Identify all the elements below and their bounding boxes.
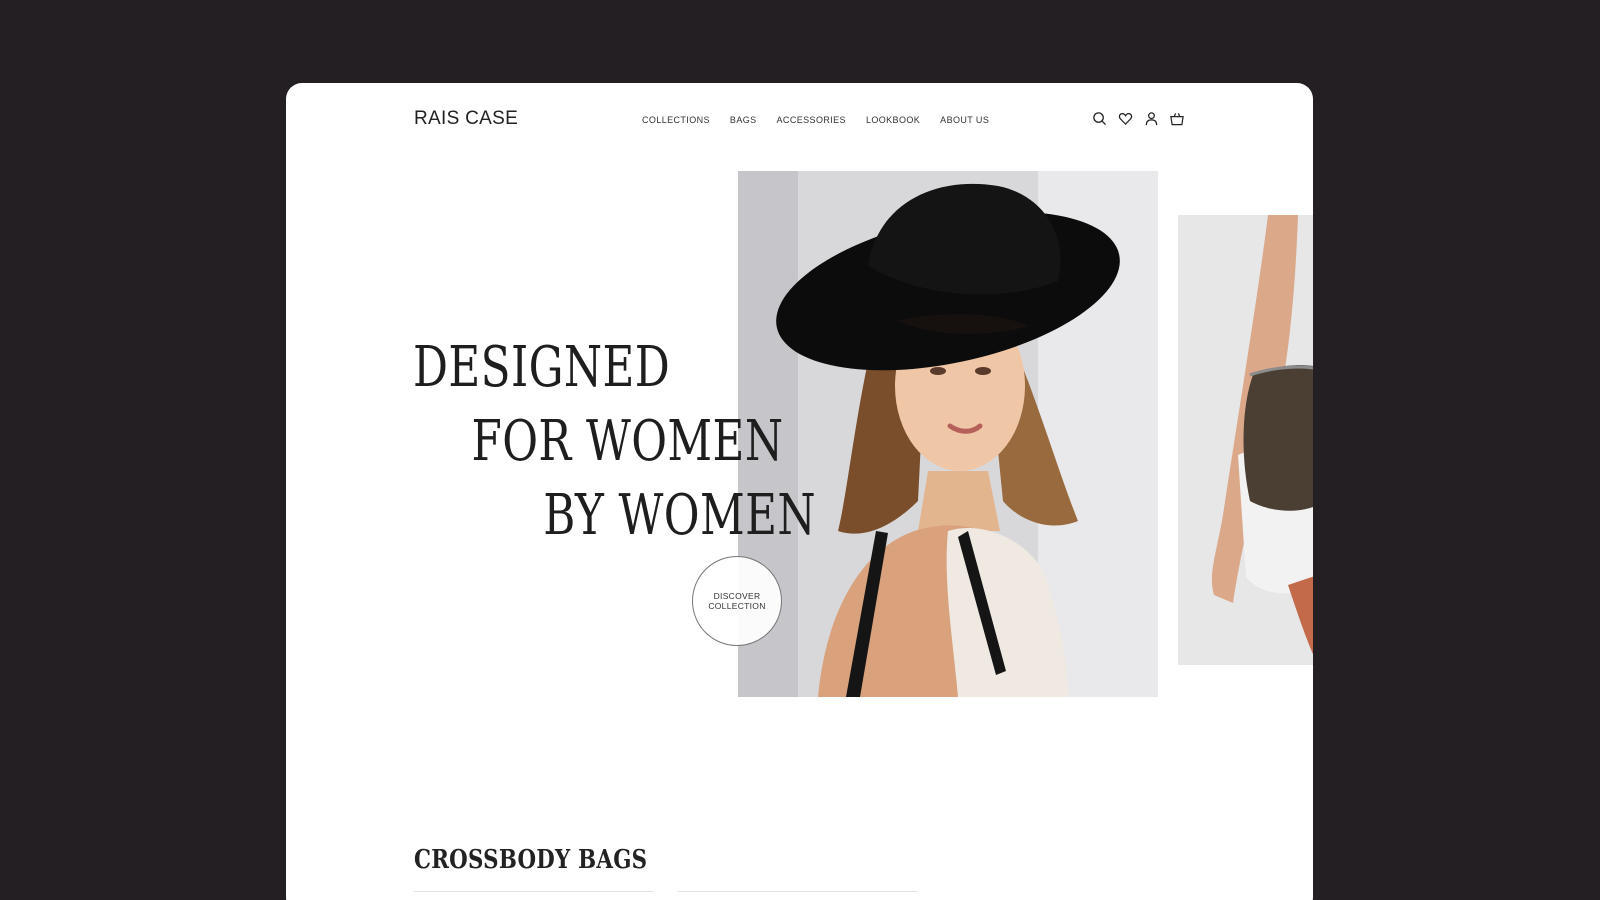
main-nav: COLLECTIONS BAGS ACCESSORIES LOOKBOOK AB… (642, 115, 989, 125)
heart-icon[interactable] (1117, 110, 1133, 126)
cta-line-2: COLLECTION (708, 601, 766, 611)
user-icon[interactable] (1143, 110, 1159, 126)
nav-item-about-us[interactable]: ABOUT US (940, 115, 989, 125)
hero-headline: DESIGNED FOR WOMEN BY WOMEN (413, 331, 816, 553)
app-stage: RAIS CASE COLLECTIONS BAGS ACCESSORIES L… (0, 0, 1600, 900)
website-page: RAIS CASE COLLECTIONS BAGS ACCESSORIES L… (286, 83, 1313, 900)
nav-item-lookbook[interactable]: LOOKBOOK (866, 115, 920, 125)
headline-line-1: DESIGNED (413, 334, 671, 400)
discover-collection-button[interactable]: DISCOVER COLLECTION (692, 556, 782, 646)
product-card-divider (678, 891, 918, 892)
nav-item-bags[interactable]: BAGS (730, 115, 757, 125)
crossbody-bags-title: CROSSBODY BAGS (414, 844, 648, 875)
brand-logo[interactable]: RAIS CASE (414, 108, 518, 130)
cart-icon[interactable] (1169, 110, 1185, 126)
search-icon[interactable] (1091, 110, 1107, 126)
side-image-bag-detail (1178, 215, 1313, 665)
headline-line-3: BY WOMEN (543, 482, 816, 548)
nav-item-collections[interactable]: COLLECTIONS (642, 115, 710, 125)
headline-line-2: FOR WOMEN (471, 408, 784, 474)
product-card-divider (414, 891, 654, 892)
cta-line-1: DISCOVER (713, 591, 761, 601)
header-icons (1091, 110, 1185, 126)
nav-item-accessories[interactable]: ACCESSORIES (777, 115, 846, 125)
